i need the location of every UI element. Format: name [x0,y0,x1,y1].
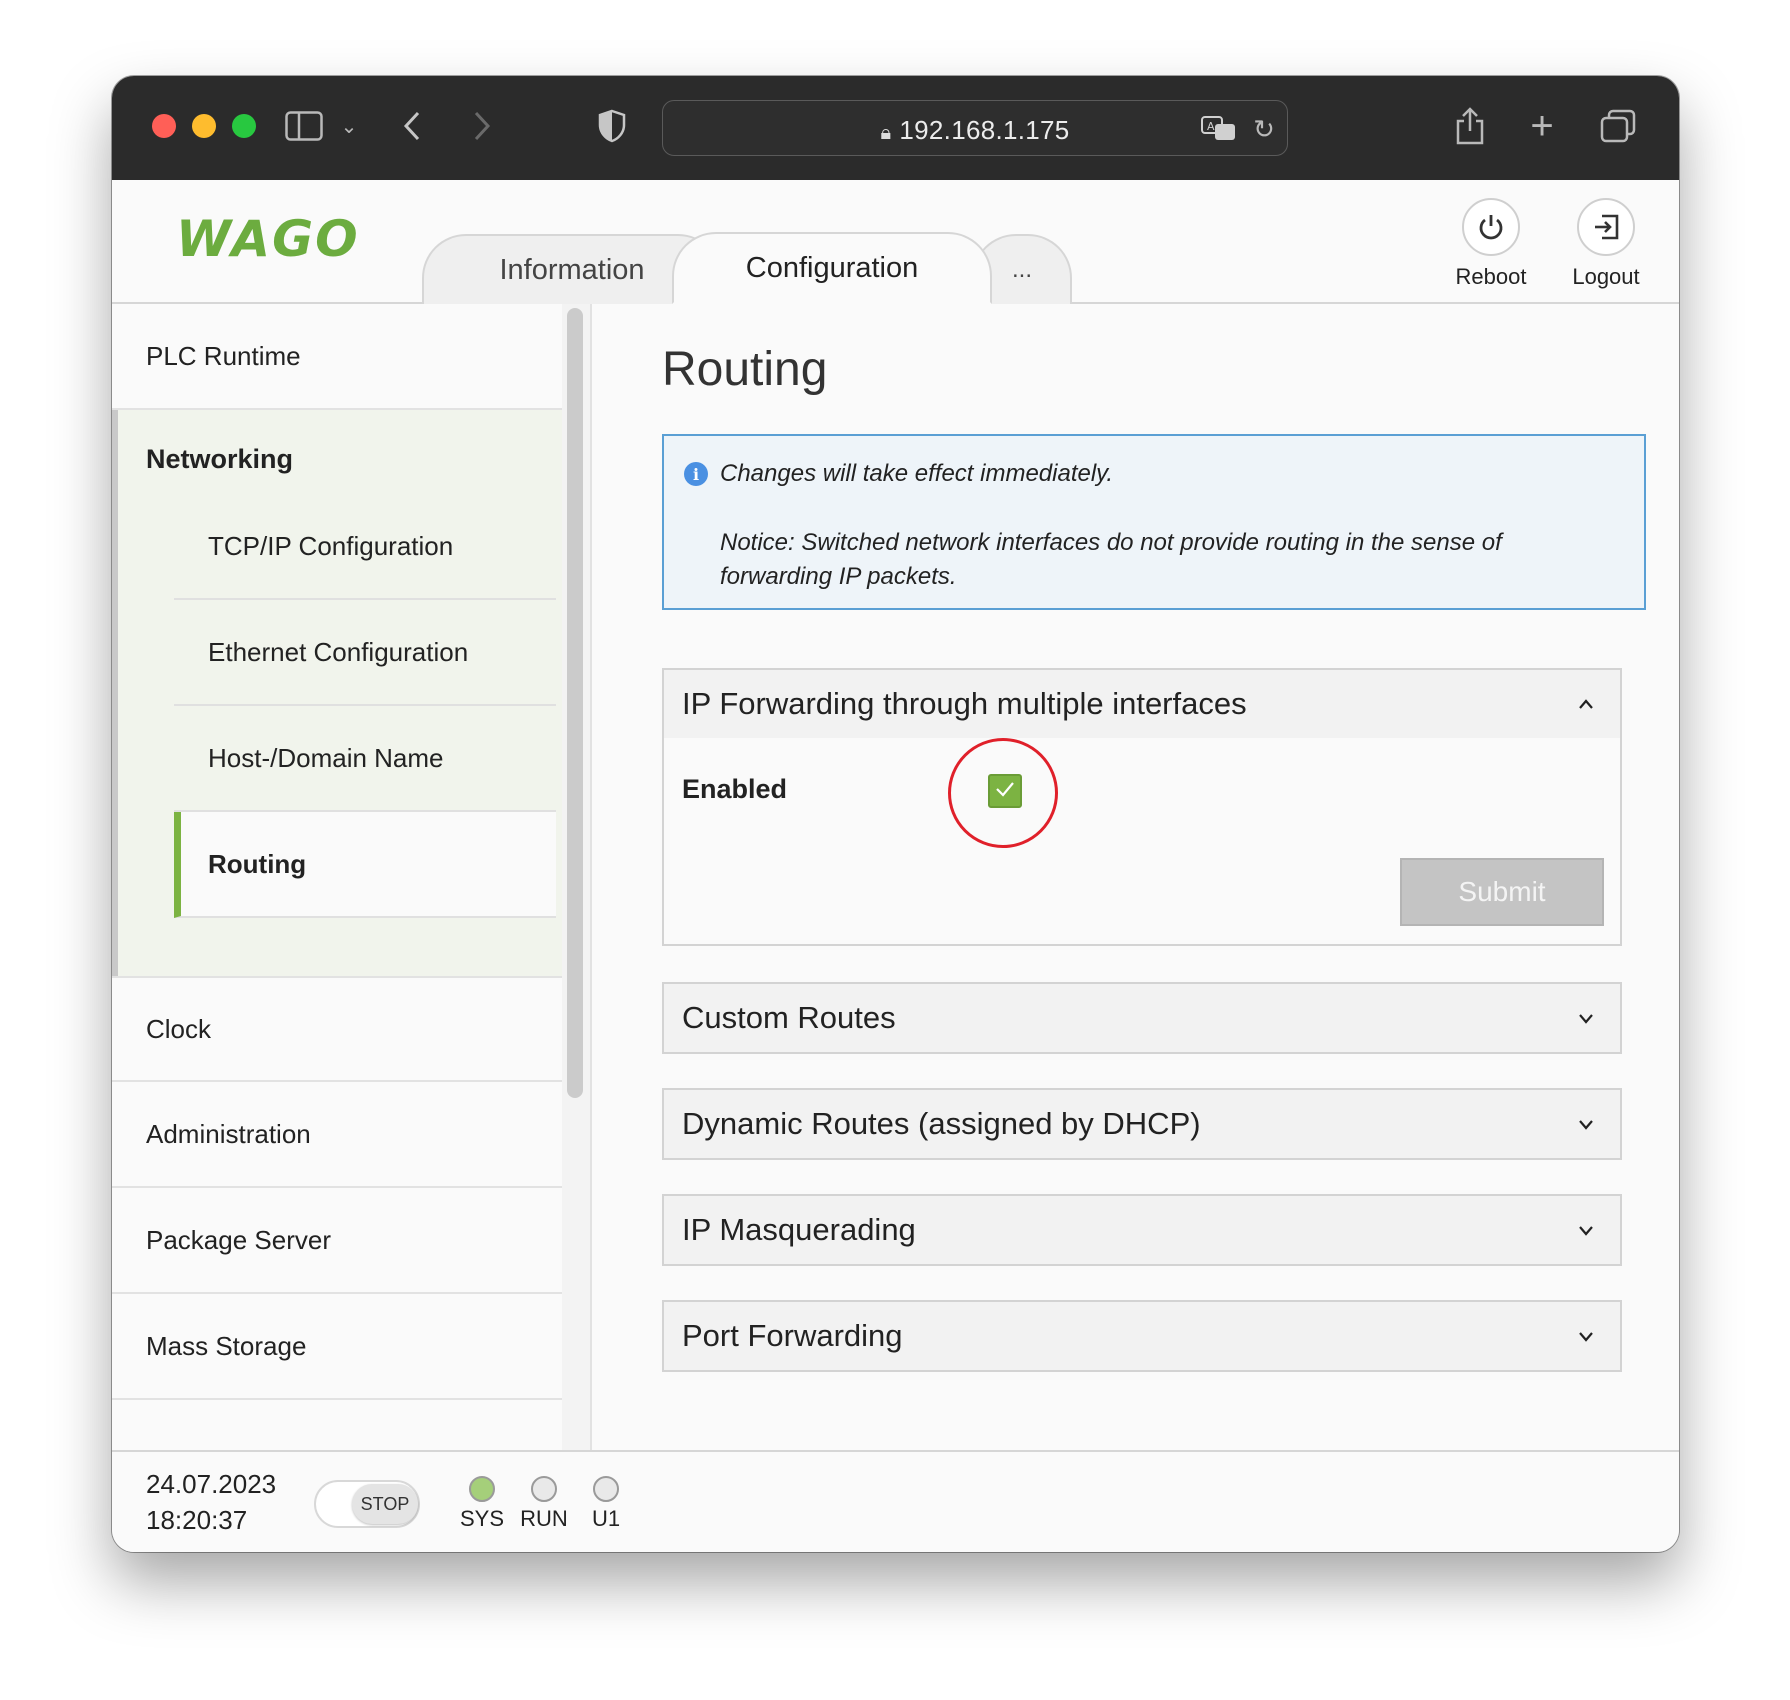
sidebar-item-ethernet-configuration[interactable]: Ethernet Configuration [174,600,556,706]
sidebar-toggle-icon[interactable] [282,106,326,146]
minimize-window-button[interactable] [192,114,216,138]
info-icon: i [684,462,708,486]
chevron-down-icon [1578,1322,1594,1348]
panel-header[interactable]: IP Masquerading [664,1196,1620,1264]
led-label: SYS [459,1506,505,1531]
panel-body: Enabled Submit [664,738,1620,944]
panel-ip-masquerading[interactable]: IP Masquerading [662,1194,1622,1266]
led-indicator [469,1476,495,1502]
sidebar-item-label: Host-/Domain Name [208,742,444,773]
sidebar-item-label: Clock [146,1013,212,1044]
tab-configuration[interactable]: Configuration [672,232,992,304]
back-icon[interactable] [392,106,432,146]
wago-logo: WAGO [176,210,360,268]
logout-icon [1577,198,1635,256]
panel-title: IP Forwarding through multiple interface… [682,686,1247,721]
tab-overview-icon[interactable] [1596,106,1640,146]
led-indicator [593,1476,619,1502]
led-indicator [531,1476,557,1502]
sidebar-item-label: PLC Runtime [146,340,301,371]
address-text: 192.168.1.175 [899,115,1070,145]
sidebar-item-networking[interactable]: Networking [146,444,293,475]
info-notice: i Changes will take effect immediately. … [662,434,1646,610]
panel-title: Dynamic Routes (assigned by DHCP) [682,1106,1201,1141]
tab-label: ... [1011,256,1032,283]
translate-icon[interactable]: A [1199,109,1239,149]
led-u1: U1 [592,1476,620,1532]
panel-header[interactable]: Custom Routes [664,984,1620,1052]
panel-ip-forwarding: IP Forwarding through multiple interface… [662,668,1622,946]
status-bar: 24.07.2023 18:20:37 STOP SYS RUN U1 [112,1450,1679,1552]
share-icon[interactable] [1450,106,1490,146]
sidebar-item-label: Routing [208,848,307,879]
info-text: Changes will take effect immediately. [720,460,1114,487]
sidebar-item-package-server[interactable]: Package Server [112,1188,562,1294]
tab-label: Configuration [745,251,919,284]
sidebar-item-routing[interactable]: Routing [174,812,556,918]
panel-title: Custom Routes [682,1000,896,1035]
logout-button[interactable]: Logout [1556,198,1656,290]
panel-title: Port Forwarding [682,1318,903,1353]
enabled-label: Enabled [682,774,788,804]
address-bar[interactable]: 🔒︎ 192.168.1.175 A ↻ [662,100,1288,156]
panel-title: IP Masquerading [682,1212,916,1247]
sidebar-item-administration[interactable]: Administration [112,1082,562,1188]
sidebar-item-mass-storage[interactable]: Mass Storage [112,1294,562,1400]
sidebar-item-host-domain-name[interactable]: Host-/Domain Name [174,706,556,812]
panel-dynamic-routes[interactable]: Dynamic Routes (assigned by DHCP) [662,1088,1622,1160]
svg-text:A: A [1207,120,1215,133]
app-header: WAGO Information ... Configuration Reboo… [112,180,1679,304]
panel-custom-routes[interactable]: Custom Routes [662,982,1622,1054]
led-label: U1 [591,1506,621,1531]
lock-icon: 🔒︎ [880,122,892,144]
panel-port-forwarding[interactable]: Port Forwarding [662,1300,1622,1372]
sidebar-scrollbar-thumb[interactable] [567,308,583,1098]
notice-text: Notice: Switched network interfaces do n… [720,529,1502,590]
shield-icon[interactable] [592,106,632,146]
led-sys: SYS [460,1476,504,1532]
browser-window: ⌄ 🔒︎ 192.168.1.175 A ↻ + WAGO Informatio… [112,76,1679,1552]
chevron-up-icon [1578,690,1594,716]
sidebar-item-clock[interactable]: Clock [112,976,562,1082]
reboot-label: Reboot [1455,264,1527,289]
highlight-circle [948,738,1058,848]
chevron-down-icon [1578,1216,1594,1242]
reload-icon[interactable]: ↻ [1247,109,1281,149]
sidebar-item-label: TCP/IP Configuration [208,530,454,561]
tab-label: Information [499,253,645,286]
led-label: RUN [520,1506,568,1531]
panel-header[interactable]: Dynamic Routes (assigned by DHCP) [664,1090,1620,1158]
power-icon [1462,198,1520,256]
status-time: 18:20:37 [146,1505,248,1535]
sidebar-item-label: Package Server [146,1224,331,1255]
led-run: RUN [520,1476,568,1532]
chevron-down-icon [1578,1110,1594,1136]
new-tab-icon[interactable]: + [1522,104,1562,148]
zoom-window-button[interactable] [232,114,256,138]
sidebar-item-plc-runtime[interactable]: PLC Runtime [112,304,562,410]
panel-header[interactable]: IP Forwarding through multiple interface… [664,670,1620,738]
browser-toolbar: ⌄ 🔒︎ 192.168.1.175 A ↻ + [112,76,1679,180]
sidebar-item-label: Ethernet Configuration [208,636,469,667]
sidebar-group-networking: Networking TCP/IP Configuration Ethernet… [112,410,562,976]
logout-label: Logout [1572,264,1640,289]
panel-header[interactable]: Port Forwarding [664,1302,1620,1370]
main-content: Routing i Changes will take effect immed… [594,306,1679,1450]
sidebar-item-label: Mass Storage [146,1330,307,1361]
status-date: 24.07.2023 [146,1469,277,1499]
sidebar: PLC Runtime Networking TCP/IP Configurat… [112,304,562,1450]
close-window-button[interactable] [152,114,176,138]
chevron-down-icon[interactable]: ⌄ [334,106,364,146]
reboot-button[interactable]: Reboot [1441,198,1541,290]
switch-label: STOP [352,1484,418,1524]
page-title: Routing [662,343,828,396]
chevron-down-icon [1578,1004,1594,1030]
sidebar-item-tcpip-configuration[interactable]: TCP/IP Configuration [174,494,556,600]
datetime: 24.07.2023 18:20:37 [146,1466,276,1538]
submit-button[interactable]: Submit [1400,858,1604,926]
sidebar-item-label: Administration [146,1118,311,1149]
run-stop-switch[interactable]: STOP [314,1480,420,1528]
forward-icon[interactable] [462,106,502,146]
